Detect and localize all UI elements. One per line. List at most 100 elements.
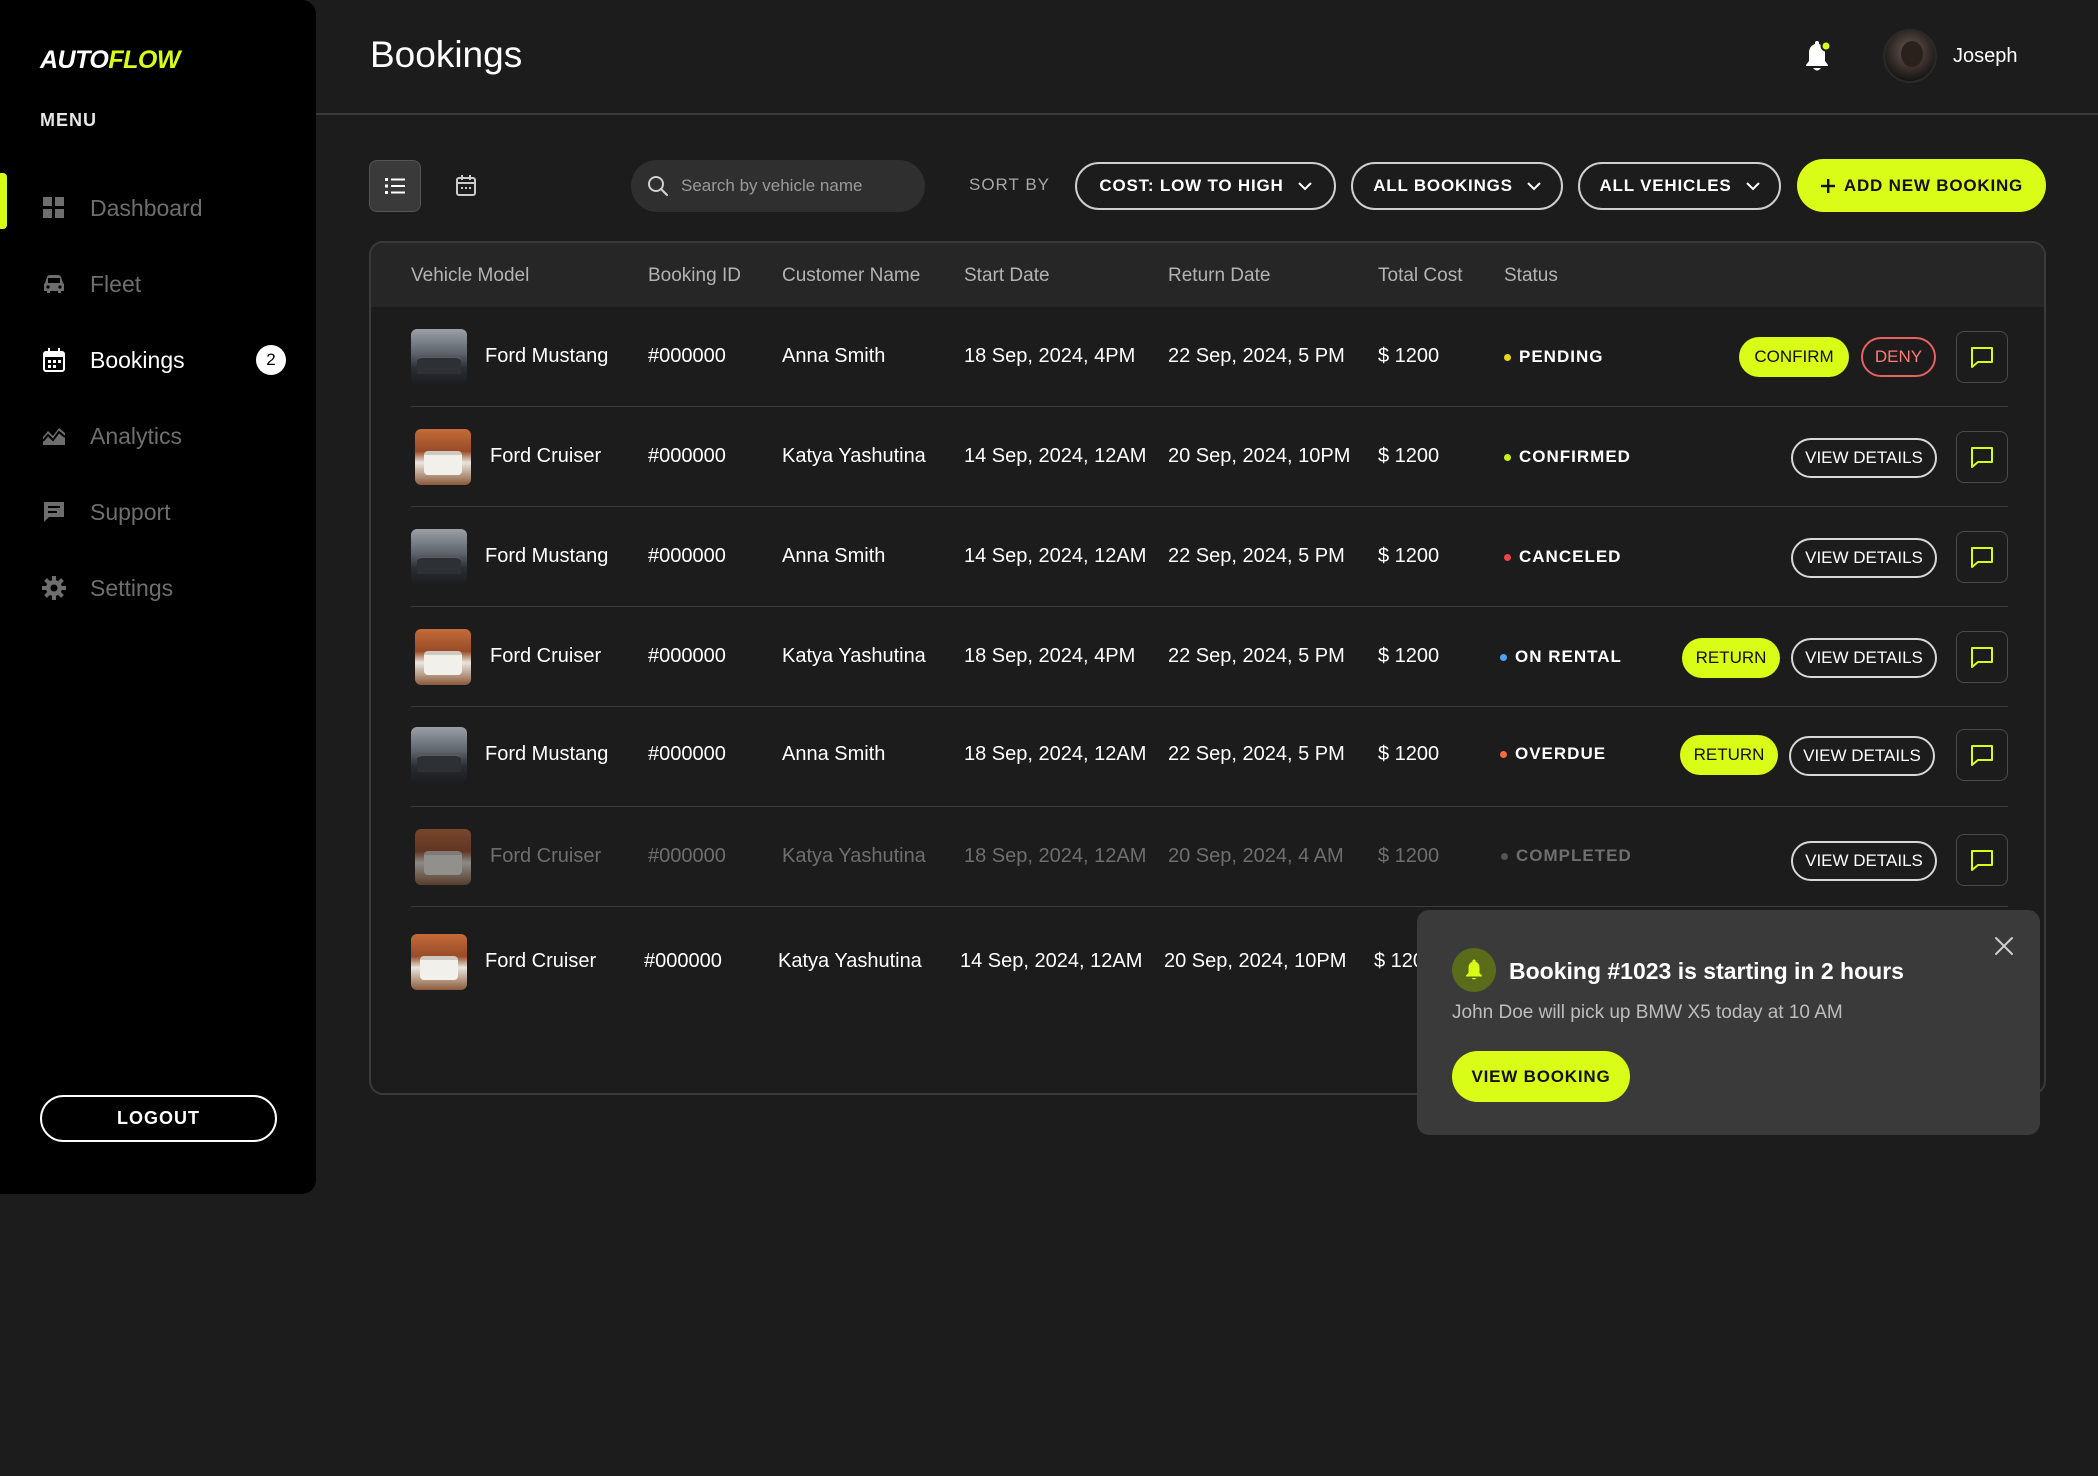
- sidebar-item-support[interactable]: Support: [0, 474, 316, 550]
- vehicle-model: Ford Mustang: [485, 743, 609, 765]
- sidebar-item-label: Settings: [90, 574, 174, 601]
- confirm-button[interactable]: CONFIRM: [1739, 337, 1849, 377]
- column-header-vehicle: Vehicle Model: [411, 265, 530, 286]
- add-new-booking-button[interactable]: ADD NEW BOOKING: [1797, 159, 2046, 212]
- customer-name: Anna Smith: [782, 345, 886, 367]
- sidebar-item-label: Fleet: [90, 270, 142, 297]
- customer-name: Katya Yashutina: [782, 445, 926, 467]
- chat-bubble-icon: [1971, 447, 1993, 468]
- return-date: 22 Sep, 2024, 5 PM: [1168, 545, 1345, 567]
- status-dot: [1500, 653, 1507, 661]
- sidebar-nav: Dashboard Fleet Bookings 2 Analytics Sup…: [0, 170, 316, 626]
- return-date: 20 Sep, 2024, 4 AM: [1168, 845, 1344, 867]
- car-icon: [42, 272, 66, 296]
- table-row[interactable]: Ford Cruiser #000000 Katya Yashutina 18 …: [411, 807, 2008, 907]
- view-details-button[interactable]: VIEW DETAILS: [1791, 538, 1937, 578]
- table-row[interactable]: Ford Mustang #000000 Anna Smith 18 Sep, …: [411, 307, 2008, 407]
- column-header-return-date: Return Date: [1168, 265, 1271, 286]
- toast-title: Booking #1023 is starting in 2 hours: [1509, 958, 1904, 984]
- sidebar-item-fleet[interactable]: Fleet: [0, 246, 316, 322]
- vehicle-thumbnail: [411, 934, 467, 990]
- vehicle-thumbnail: [411, 329, 467, 385]
- customer-name: Katya Yashutina: [778, 950, 922, 972]
- status-dot: [1504, 453, 1511, 461]
- status-badge: ON RENTAL: [1500, 647, 1622, 667]
- deny-button[interactable]: DENY: [1861, 337, 1936, 377]
- sidebar-item-dashboard[interactable]: Dashboard: [0, 170, 316, 246]
- message-button[interactable]: [1956, 331, 2008, 383]
- vehicle-thumbnail: [415, 429, 471, 485]
- table-row[interactable]: Ford Mustang #000000 Anna Smith 18 Sep, …: [411, 707, 2008, 807]
- chat-bubble-icon: [1971, 547, 1993, 568]
- avatar[interactable]: [1883, 29, 1937, 83]
- analytics-icon: [42, 424, 66, 448]
- message-button[interactable]: [1956, 834, 2008, 886]
- status-badge: CONFIRMED: [1504, 447, 1631, 467]
- return-date: 20 Sep, 2024, 10PM: [1164, 950, 1347, 972]
- search-box[interactable]: [631, 160, 925, 212]
- start-date: 18 Sep, 2024, 12AM: [964, 845, 1147, 867]
- search-input[interactable]: [681, 176, 911, 196]
- chat-icon: [42, 500, 66, 524]
- message-button[interactable]: [1956, 431, 2008, 483]
- status-dot: [1504, 553, 1511, 561]
- add-new-booking-label: ADD NEW BOOKING: [1843, 175, 2024, 195]
- logout-button[interactable]: LOGOUT: [40, 1095, 277, 1142]
- total-cost: $ 1200: [1378, 445, 1440, 467]
- booking-id: #000000: [648, 743, 726, 765]
- booking-id: #000000: [648, 645, 726, 667]
- table-row[interactable]: Ford Cruiser #000000 Katya Yashutina 14 …: [411, 407, 2008, 507]
- status-dot: [1500, 750, 1507, 758]
- close-icon[interactable]: [1990, 932, 2018, 960]
- search-icon: [648, 176, 669, 197]
- vehicle-thumbnail: [415, 629, 471, 685]
- customer-name: Katya Yashutina: [782, 645, 926, 667]
- status-badge: PENDING: [1504, 347, 1603, 367]
- message-button[interactable]: [1956, 531, 2008, 583]
- sidebar: AUTOFLOW MENU Dashboard Fleet Bookings 2: [0, 0, 316, 1194]
- return-date: 22 Sep, 2024, 5 PM: [1168, 645, 1345, 667]
- view-details-button[interactable]: VIEW DETAILS: [1789, 736, 1935, 776]
- customer-name: Anna Smith: [782, 545, 886, 567]
- sidebar-item-bookings[interactable]: Bookings 2: [0, 322, 316, 398]
- column-header-customer: Customer Name: [782, 265, 921, 286]
- view-details-button[interactable]: VIEW DETAILS: [1791, 638, 1937, 678]
- vehicles-filter-value: ALL VEHICLES: [1599, 176, 1732, 195]
- total-cost: $ 1200: [1378, 743, 1440, 765]
- sidebar-item-analytics[interactable]: Analytics: [0, 398, 316, 474]
- total-cost: $ 1200: [1378, 645, 1440, 667]
- status-dot: [1504, 353, 1511, 361]
- start-date: 18 Sep, 2024, 12AM: [964, 743, 1147, 765]
- view-details-button[interactable]: VIEW DETAILS: [1791, 841, 1937, 881]
- bookings-filter-dropdown[interactable]: ALL BOOKINGS: [1351, 162, 1563, 210]
- sidebar-item-label: Dashboard: [90, 194, 203, 221]
- list-view-toggle[interactable]: [369, 160, 421, 212]
- vehicle-thumbnail: [415, 829, 471, 885]
- view-booking-button[interactable]: VIEW BOOKING: [1452, 1051, 1630, 1102]
- bell-icon[interactable]: [1802, 40, 1832, 74]
- message-button[interactable]: [1956, 631, 2008, 683]
- vehicle-model: Ford Cruiser: [490, 645, 602, 667]
- message-button[interactable]: [1956, 729, 2008, 781]
- table-row[interactable]: Ford Mustang #000000 Anna Smith 14 Sep, …: [411, 507, 2008, 607]
- return-date: 22 Sep, 2024, 5 PM: [1168, 743, 1345, 765]
- header-divider: [316, 113, 2098, 115]
- sidebar-item-settings[interactable]: Settings: [0, 550, 316, 626]
- booking-reminder-toast: Booking #1023 is starting in 2 hours Joh…: [1417, 910, 2040, 1135]
- chat-bubble-icon: [1971, 647, 1993, 668]
- page-title: Bookings: [370, 34, 523, 75]
- table-row[interactable]: Ford Cruiser #000000 Katya Yashutina 18 …: [411, 607, 2008, 707]
- sort-dropdown[interactable]: COST: LOW TO HIGH: [1075, 162, 1336, 210]
- app-logo[interactable]: AUTOFLOW: [40, 46, 180, 75]
- booking-id: #000000: [648, 845, 726, 867]
- return-button[interactable]: RETURN: [1680, 735, 1778, 775]
- chat-bubble-icon: [1971, 850, 1993, 871]
- calendar-view-toggle[interactable]: [440, 160, 492, 212]
- sort-dropdown-value: COST: LOW TO HIGH: [1099, 176, 1284, 195]
- view-details-button[interactable]: VIEW DETAILS: [1791, 438, 1937, 478]
- return-button[interactable]: RETURN: [1682, 638, 1780, 678]
- vehicles-filter-dropdown[interactable]: ALL VEHICLES: [1578, 162, 1781, 210]
- vehicle-model: Ford Mustang: [485, 545, 609, 567]
- username[interactable]: Joseph: [1953, 45, 2018, 68]
- bookings-filter-value: ALL BOOKINGS: [1373, 176, 1513, 195]
